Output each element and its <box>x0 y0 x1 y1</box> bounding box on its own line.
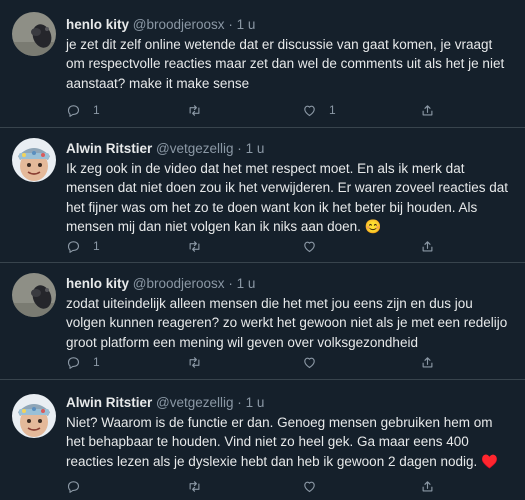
tweet-header: Alwin Ritstier @vetgezellig · 1 u <box>66 394 513 412</box>
heart-icon <box>304 105 315 116</box>
share-button[interactable] <box>420 352 435 372</box>
like-button[interactable] <box>302 476 329 496</box>
separator-dot: · <box>228 17 233 32</box>
tweet-text: Ik zeg ook in de video dat het met respe… <box>66 161 508 235</box>
reply-count: 1 <box>93 103 100 117</box>
avatar[interactable] <box>12 138 56 182</box>
retweet-icon <box>189 240 200 252</box>
avatar[interactable] <box>12 394 56 438</box>
timestamp[interactable]: 1 u <box>246 395 265 410</box>
author-handle[interactable]: @broodjeroosx <box>133 17 225 32</box>
reply-button[interactable]: 1 <box>66 100 100 120</box>
tweet-text: Niet? Waarom is de functie er dan. Genoe… <box>66 415 498 469</box>
like-button[interactable] <box>302 236 329 256</box>
reply-button[interactable]: 1 <box>66 236 100 256</box>
heart-icon <box>304 241 315 252</box>
retweet-button[interactable] <box>187 476 214 496</box>
share-icon <box>422 104 433 115</box>
author-handle[interactable]: @broodjeroosx <box>133 276 225 291</box>
tweet-header: henlo kity @broodjeroosx · 1 u <box>66 16 513 34</box>
author-name[interactable]: Alwin Ritstier <box>66 141 152 156</box>
tweet-actions: 1 1 <box>66 100 513 120</box>
tweet-header: henlo kity @broodjeroosx · 1 u <box>66 275 513 293</box>
tweet[interactable]: henlo kity @broodjeroosx · 1 u zodat uit… <box>0 263 525 380</box>
author-name[interactable]: Alwin Ritstier <box>66 395 152 410</box>
tweet-text: zodat uiteindelijk alleen mensen die het… <box>66 296 508 350</box>
timestamp[interactable]: 1 u <box>237 276 256 291</box>
reply-button[interactable] <box>66 476 93 496</box>
tweet-actions: 1 <box>66 352 513 372</box>
share-icon <box>422 356 433 367</box>
like-button[interactable] <box>302 352 329 372</box>
author-name[interactable]: henlo kity <box>66 276 129 291</box>
author-name[interactable]: henlo kity <box>66 17 129 32</box>
author-handle[interactable]: @vetgezellig <box>156 141 234 156</box>
reply-count: 1 <box>93 239 100 253</box>
share-icon <box>422 240 433 251</box>
tweet-actions: 1 <box>66 236 513 256</box>
share-button[interactable] <box>420 100 435 120</box>
retweet-icon <box>189 480 200 492</box>
retweet-icon <box>189 356 200 368</box>
timestamp[interactable]: 1 u <box>246 141 265 156</box>
tweet-text: je zet dit zelf online wetende dat er di… <box>66 37 505 91</box>
share-button[interactable] <box>420 236 435 256</box>
retweet-button[interactable] <box>187 100 214 120</box>
reply-icon <box>67 356 80 369</box>
share-icon <box>422 480 433 491</box>
reply-icon <box>67 240 80 253</box>
tweet-actions <box>66 476 513 496</box>
retweet-button[interactable] <box>187 236 214 256</box>
avatar[interactable] <box>12 12 56 56</box>
separator-dot: · <box>228 276 233 291</box>
heart-icon <box>304 481 315 492</box>
reply-button[interactable]: 1 <box>66 352 100 372</box>
reply-count: 1 <box>93 355 100 369</box>
tweet-header: Alwin Ritstier @vetgezellig · 1 u <box>66 140 513 158</box>
reply-icon <box>67 480 80 493</box>
timestamp[interactable]: 1 u <box>237 17 256 32</box>
like-count: 1 <box>329 103 336 117</box>
avatar[interactable] <box>12 273 56 317</box>
author-handle[interactable]: @vetgezellig <box>156 395 234 410</box>
retweet-button[interactable] <box>187 352 214 372</box>
separator-dot: · <box>237 395 242 410</box>
share-button[interactable] <box>420 476 435 496</box>
separator-dot: · <box>237 141 242 156</box>
heart-icon <box>304 357 315 368</box>
tweet[interactable]: Alwin Ritstier @vetgezellig · 1 u Ik zeg… <box>0 128 525 263</box>
reply-icon <box>67 104 80 117</box>
tweet[interactable]: Alwin Ritstier @vetgezellig · 1 u Niet? … <box>0 380 525 500</box>
tweet[interactable]: henlo kity @broodjeroosx · 1 u je zet di… <box>0 0 525 128</box>
like-button[interactable]: 1 <box>302 100 336 120</box>
retweet-icon <box>189 104 200 116</box>
